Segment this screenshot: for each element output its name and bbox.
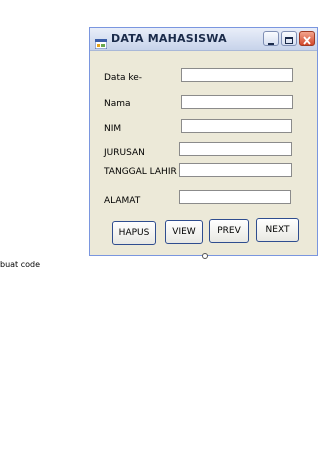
minimize-button[interactable] <box>263 31 279 46</box>
label-jurusan: JURUSAN <box>104 148 145 158</box>
view-button[interactable]: VIEW <box>165 220 203 244</box>
prev-button[interactable]: PREV <box>209 219 249 243</box>
close-button[interactable] <box>299 31 315 46</box>
title-bar[interactable]: DATA MAHASISWA <box>90 28 317 51</box>
nama-field[interactable] <box>181 95 293 109</box>
minimize-icon <box>264 32 278 51</box>
maximize-icon <box>282 32 296 51</box>
label-data-ke: Data ke- <box>104 73 143 83</box>
label-tanggal-lahir: TANGGAL LAHIR <box>104 167 177 177</box>
hapus-button[interactable]: HAPUS <box>112 221 156 245</box>
nim-field[interactable] <box>181 119 292 133</box>
jurusan-field[interactable] <box>179 142 292 156</box>
data-ke-field[interactable] <box>181 68 293 82</box>
resize-handle[interactable] <box>202 253 208 259</box>
label-alamat: ALAMAT <box>104 196 141 206</box>
label-nama: Nama <box>104 99 131 109</box>
next-button[interactable]: NEXT <box>256 218 299 242</box>
app-window-icon <box>94 34 108 50</box>
close-icon <box>300 32 314 51</box>
caption-text: buat code <box>0 260 41 269</box>
maximize-button[interactable] <box>281 31 297 46</box>
tanggal-lahir-field[interactable] <box>179 163 292 177</box>
alamat-field[interactable] <box>179 190 291 204</box>
main-window: DATA MAHASISWA Data ke- Nama NIM JURUSAN… <box>89 27 318 256</box>
label-nim: NIM <box>104 124 122 134</box>
window-title: DATA MAHASISWA <box>111 32 227 45</box>
